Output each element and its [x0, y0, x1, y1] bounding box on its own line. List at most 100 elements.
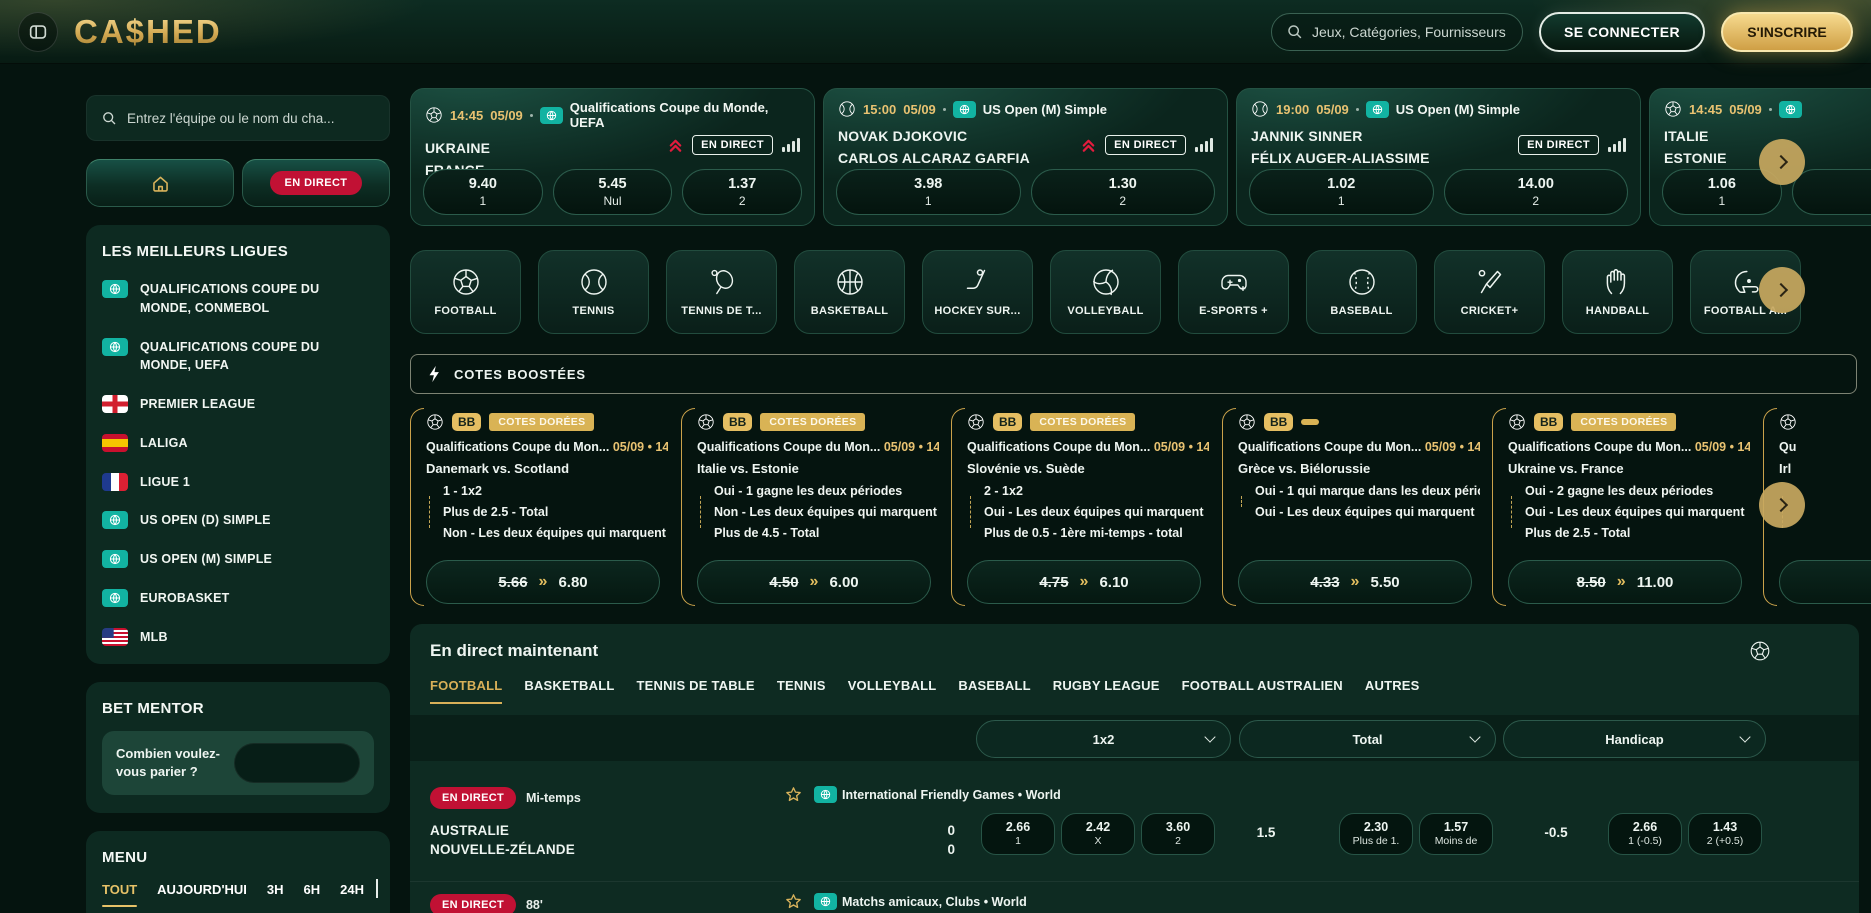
- chevron-right-icon: [1773, 283, 1787, 297]
- tab-tennis[interactable]: TENNIS: [777, 678, 826, 704]
- tab-table-tennis[interactable]: TENNIS DE TABLE: [636, 678, 754, 704]
- live-match-row[interactable]: EN DIRECT Mi-temps International Friendl…: [410, 761, 1859, 881]
- boosted-odds-button[interactable]: [1779, 560, 1871, 604]
- sidebar-item-league[interactable]: PREMIER LEAGUE: [102, 395, 374, 414]
- sidebar-item-league[interactable]: QUALIFICATIONS COUPE DU MONDE, CONMEBOL: [102, 280, 374, 318]
- tab-basketball[interactable]: BASKETBALL: [524, 678, 614, 704]
- odds-button[interactable]: 1.57Moins de: [1419, 813, 1493, 855]
- header-search-input[interactable]: [1312, 24, 1508, 40]
- odds-button[interactable]: [1792, 169, 1871, 215]
- odds-button[interactable]: 5.45Nul: [553, 169, 673, 215]
- match-card-header: 14:45 05/09: [1664, 100, 1871, 118]
- boosted-scroll-next-button[interactable]: [1759, 482, 1805, 528]
- odds-button[interactable]: 2.661: [981, 813, 1055, 855]
- sport-tile-football[interactable]: FOOTBALL: [410, 250, 521, 334]
- sport-tile-table-tennis[interactable]: TENNIS DE T...: [666, 250, 777, 334]
- sidebar-item-league[interactable]: EUROBASKET: [102, 589, 374, 608]
- home-icon: [150, 173, 171, 194]
- boosted-odds-banner[interactable]: COTES BOOSTÉES: [410, 354, 1857, 394]
- favorite-star-icon[interactable]: [784, 785, 803, 804]
- menu-scroll-next-button[interactable]: [376, 881, 378, 899]
- home-tab[interactable]: [86, 159, 234, 207]
- sidebar-search[interactable]: [86, 95, 390, 141]
- sport-label: BASEBALL: [1330, 305, 1392, 317]
- tab-autres[interactable]: AUTRES: [1365, 678, 1420, 704]
- odds-button[interactable]: 14.002: [1444, 169, 1629, 215]
- sport-tile-basketball[interactable]: BASKETBALL: [794, 250, 905, 334]
- live-tab[interactable]: EN DIRECT: [242, 159, 390, 207]
- bet-amount-input[interactable]: [234, 743, 360, 783]
- sport-tile-esports[interactable]: E-SPORTS +: [1178, 250, 1289, 334]
- sidebar-item-league[interactable]: US OPEN (D) SIMPLE: [102, 511, 374, 530]
- sidebar-item-league[interactable]: LIGUE 1: [102, 473, 374, 492]
- carousel-next-button[interactable]: [1759, 139, 1805, 185]
- signup-button[interactable]: S'INSCRIRE: [1721, 12, 1853, 52]
- boosted-bets-list: 1 - 1x2 Plus de 2.5 - Total Non - Les de…: [426, 484, 668, 540]
- sport-tile-tennis[interactable]: TENNIS: [538, 250, 649, 334]
- odds-button[interactable]: 1.432 (+0.5): [1688, 813, 1762, 855]
- menu-tab-24h[interactable]: 24H: [340, 882, 364, 897]
- boosted-card[interactable]: BB COTES DORÉES Qualifications Coupe du …: [1492, 406, 1750, 608]
- sport-tile-volleyball[interactable]: VOLLEYBALL: [1050, 250, 1161, 334]
- boost-arrow-icon: [539, 573, 548, 591]
- match-card[interactable]: 19:00 05/09 US Open (M) Simple JANNIK SI…: [1236, 88, 1641, 226]
- tab-football-australien[interactable]: FOOTBALL AUSTRALIEN: [1182, 678, 1343, 704]
- bet-item: Oui - Les deux équipes qui marquent: [1255, 505, 1480, 519]
- boosted-card[interactable]: BB COTES DORÉES Qualifications Coupe du …: [951, 406, 1209, 608]
- sport-tile-cricket[interactable]: CRICKET+: [1434, 250, 1545, 334]
- header-search[interactable]: [1271, 13, 1523, 51]
- odds-button[interactable]: 1.302: [1031, 169, 1216, 215]
- sport-tile-ice-hockey[interactable]: HOCKEY SUR...: [922, 250, 1033, 334]
- menu-tab-tout[interactable]: TOUT: [102, 882, 137, 907]
- market-dropdown-handicap[interactable]: Handicap: [1503, 720, 1766, 758]
- odds-button[interactable]: 2.42X: [1061, 813, 1135, 855]
- live-match-row[interactable]: EN DIRECT 88' Matchs amicaux, Clubs • Wo…: [410, 881, 1859, 913]
- match-card[interactable]: 15:00 05/09 US Open (M) Simple NOVAK DJO…: [823, 88, 1228, 226]
- tab-football[interactable]: FOOTBALL: [430, 678, 502, 704]
- bet-item: [1796, 505, 1871, 519]
- menu-tab-3h[interactable]: 3H: [267, 882, 284, 897]
- boosted-card[interactable]: BB COTES DORÉES Qualifications Coupe du …: [410, 406, 668, 608]
- boosted-card[interactable]: BB COTES DORÉES Qualifications Coupe du …: [681, 406, 939, 608]
- odds-button[interactable]: 2.30Plus de 1.: [1339, 813, 1413, 855]
- tab-baseball[interactable]: BASEBALL: [958, 678, 1030, 704]
- sport-label: CRICKET+: [1461, 305, 1519, 317]
- boosted-odds-button[interactable]: 4.33 5.50: [1238, 560, 1472, 604]
- sport-tile-baseball[interactable]: BASEBALL: [1306, 250, 1417, 334]
- sidebar-search-input[interactable]: [127, 111, 375, 126]
- boosted-odds-button[interactable]: 8.50 11.00: [1508, 560, 1742, 604]
- odds-button[interactable]: 3.981: [836, 169, 1021, 215]
- sidebar-item-league[interactable]: QUALIFICATIONS COUPE DU MONDE, UEFA: [102, 338, 374, 376]
- sidebar-item-league[interactable]: LALIGA: [102, 434, 374, 453]
- market-dropdown-total[interactable]: Total: [1239, 720, 1496, 758]
- sidebar-item-league[interactable]: US OPEN (M) SIMPLE: [102, 550, 374, 569]
- sidebar-item-league[interactable]: MLB: [102, 628, 374, 647]
- menu-tab-aujourdhui[interactable]: AUJOURD'HUI: [157, 882, 247, 897]
- boosted-odds-button[interactable]: 4.75 6.10: [967, 560, 1201, 604]
- france-flag-icon: [102, 473, 128, 491]
- sidebar-toggle-button[interactable]: [18, 12, 58, 52]
- boosted-card[interactable]: BB Qualifications Coupe du Mon... 05/09 …: [1222, 406, 1480, 608]
- market-dropdown-1x2[interactable]: 1x2: [976, 720, 1231, 758]
- menu-tab-6h[interactable]: 6H: [304, 882, 321, 897]
- odds-button[interactable]: 1.021: [1249, 169, 1434, 215]
- odds-button[interactable]: 9.401: [423, 169, 543, 215]
- brand-logo[interactable]: CA$HED: [74, 13, 222, 51]
- tab-volleyball[interactable]: VOLLEYBALL: [848, 678, 937, 704]
- boosted-odds-button[interactable]: 4.50 6.00: [697, 560, 931, 604]
- tab-rugby-league[interactable]: RUGBY LEAGUE: [1053, 678, 1160, 704]
- favorite-star-icon[interactable]: [784, 892, 803, 911]
- tennis-icon: [838, 100, 856, 118]
- sport-tile-handball[interactable]: HANDBALL: [1562, 250, 1673, 334]
- match-teams: JANNIK SINNER FÉLIX AUGER-ALIASSIME: [1251, 125, 1506, 169]
- odds-button[interactable]: 1.372: [682, 169, 802, 215]
- odds-button[interactable]: 3.602: [1141, 813, 1215, 855]
- login-button[interactable]: SE CONNECTER: [1539, 12, 1705, 52]
- odds-button[interactable]: 2.661 (-0.5): [1608, 813, 1682, 855]
- match-phase: Mi-temps: [526, 791, 581, 805]
- match-card[interactable]: 14:45 05/09 Qualifications Coupe du Mond…: [410, 88, 815, 226]
- sports-scroll-next-button[interactable]: [1759, 267, 1805, 313]
- boosted-league: Qu: [1779, 440, 1871, 454]
- old-odds: 8.50: [1577, 574, 1606, 591]
- boosted-odds-button[interactable]: 5.66 6.80: [426, 560, 660, 604]
